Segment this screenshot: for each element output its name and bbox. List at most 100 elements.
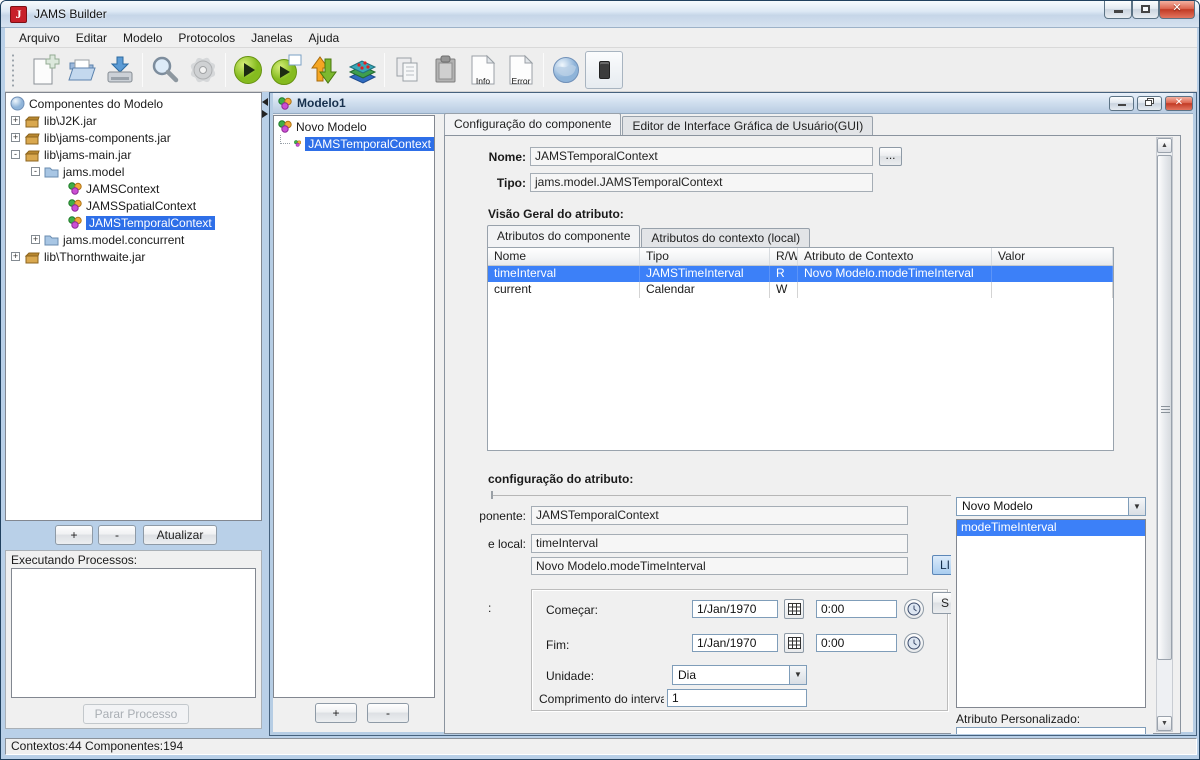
tree-item-jamsspatialcontext[interactable]: JAMSSpatialContext [6,197,261,214]
expand-toggle[interactable]: + [11,133,20,142]
column-tipo[interactable]: Tipo [640,248,770,265]
copy-button[interactable] [388,51,426,89]
scrollbar-thumb[interactable] [1157,155,1172,660]
cell: W [770,282,798,298]
scroll-down-icon[interactable]: ▼ [1157,716,1172,731]
scroll-up-icon[interactable]: ▲ [1157,138,1172,153]
menu-ajuda[interactable]: Ajuda [300,29,347,47]
sync-arrows-button[interactable] [305,51,343,89]
remove-component-button[interactable]: - [98,525,136,545]
tree-item-jams-model[interactable]: - jams.model [6,163,261,180]
model-close-button[interactable]: ✕ [1165,96,1193,111]
tab-context-attributes[interactable]: Atributos do contexto (local) [641,228,810,247]
expand-toggle[interactable]: + [11,252,20,261]
comecar-clock-button[interactable] [904,599,924,619]
open-folder-icon [66,54,98,86]
menu-protocolos[interactable]: Protocolos [170,29,243,47]
column-rw[interactable]: R/W [770,248,798,265]
model-window-titlebar[interactable] [273,93,1193,114]
unidade-select[interactable]: Dia ▼ [672,665,807,685]
settings-button[interactable] [184,51,222,89]
error-log-button[interactable]: Error [502,51,540,89]
tree-item-thornthwaite[interactable]: + lib\Thornthwaite.jar [6,248,261,265]
fim-clock-button[interactable] [904,633,924,653]
comecar-calendar-button[interactable] [784,599,804,619]
model-restore-button[interactable] [1137,96,1162,111]
custom-attribute-field[interactable] [956,727,1146,734]
fim-date-input[interactable] [692,634,778,652]
menu-janelas[interactable]: Janelas [243,29,300,47]
model-tree-root[interactable]: Novo Modelo [274,118,434,135]
tree-item-jams-model-concurrent[interactable]: + jams.model.concurrent [6,231,261,248]
nome-field[interactable]: JAMSTemporalContext [530,147,873,166]
column-atributo-contexto[interactable]: Atributo de Contexto [798,248,992,265]
tipo-field[interactable]: jams.model.JAMSTemporalContext [530,173,873,192]
model-add-button[interactable]: + [315,703,357,723]
tree-item-jamstemporalcontext-selected[interactable]: JAMSTemporalContext [6,214,261,231]
fim-calendar-button[interactable] [784,633,804,653]
attribute-config-heading: configuração do atributo: [488,472,788,486]
info-log-button[interactable]: Info [464,51,502,89]
expand-toggle[interactable]: + [11,116,20,125]
paste-button[interactable] [426,51,464,89]
window-title: JAMS Builder [34,7,107,21]
tipo-label: Tipo: [451,176,526,190]
maximize-button[interactable] [1132,1,1159,19]
model-tree-item-temporalcontext[interactable]: JAMSTemporalContext [274,135,434,152]
device-button[interactable] [585,51,623,89]
menu-modelo[interactable]: Modelo [115,29,170,47]
toolbar-grip[interactable] [11,53,15,87]
web-button[interactable] [547,51,585,89]
tab-component-attributes[interactable]: Atributos do componente [487,225,640,247]
map-layers-button[interactable] [343,51,381,89]
browse-button[interactable]: ... [879,147,902,166]
new-model-button[interactable] [25,51,63,89]
run-model-button[interactable] [229,51,267,89]
save-icon [104,54,136,86]
context-attribute-field[interactable]: Novo Modelo.modeTimeInterval [531,557,908,575]
collapse-toggle[interactable]: - [31,167,40,176]
comprimento-input[interactable] [667,689,807,707]
tree-item-j2k[interactable]: + lib\J2K.jar [6,112,261,129]
comecar-time-input[interactable] [816,600,897,618]
context-attribute-list[interactable]: modeTimeInterval [956,519,1146,708]
context-combo[interactable]: Novo Modelo ▼ [956,497,1146,516]
run-model-gui-button[interactable] [267,51,305,89]
table-row[interactable]: current Calendar W [488,282,1113,298]
globe-icon [550,54,582,86]
tree-root[interactable]: Componentes do Modelo [6,95,261,112]
processes-list[interactable] [11,568,256,698]
tree-connector [280,135,290,144]
window-titlebar[interactable]: J JAMS Builder [1,1,1200,28]
tab-component-config[interactable]: Configuração do componente [444,113,621,135]
menu-editar[interactable]: Editar [68,29,115,47]
close-button[interactable]: ✕ [1159,1,1195,19]
stop-process-button: Parar Processo [83,704,189,724]
expand-toggle[interactable]: + [31,235,40,244]
menu-arquivo[interactable]: Arquivo [11,29,68,47]
table-row-selected[interactable]: timeInterval JAMSTimeInterval R Novo Mod… [488,266,1113,282]
search-button[interactable] [146,51,184,89]
column-valor[interactable]: Valor [992,248,1113,265]
splitter-collapse-left-icon[interactable] [262,98,268,106]
refresh-button[interactable]: Atualizar [143,525,217,545]
minimize-button[interactable] [1104,1,1132,19]
tab-gui-editor[interactable]: Editor de Interface Gráfica de Usuário(G… [622,116,873,135]
add-component-button[interactable]: + [55,525,93,545]
tree-item-jamscontext[interactable]: JAMSContext [6,180,261,197]
collapse-toggle[interactable]: - [11,150,20,159]
model-minimize-button[interactable] [1109,96,1134,111]
tree-item-jams-main[interactable]: - lib\jams-main.jar [6,146,261,163]
nome-local-field[interactable]: timeInterval [531,534,908,553]
componente-field[interactable]: JAMSTemporalContext [531,506,908,525]
fim-time-input[interactable] [816,634,897,652]
open-model-button[interactable] [63,51,101,89]
comecar-date-input[interactable] [692,600,778,618]
splitter-expand-right-icon[interactable] [262,110,268,118]
save-model-button[interactable] [101,51,139,89]
column-nome[interactable]: Nome [488,248,640,265]
list-item-selected[interactable]: modeTimeInterval [957,520,1145,536]
config-scrollbar[interactable]: ▲ ▼ [1156,137,1173,732]
tree-item-jams-components[interactable]: + lib\jams-components.jar [6,129,261,146]
model-remove-button[interactable]: - [367,703,409,723]
